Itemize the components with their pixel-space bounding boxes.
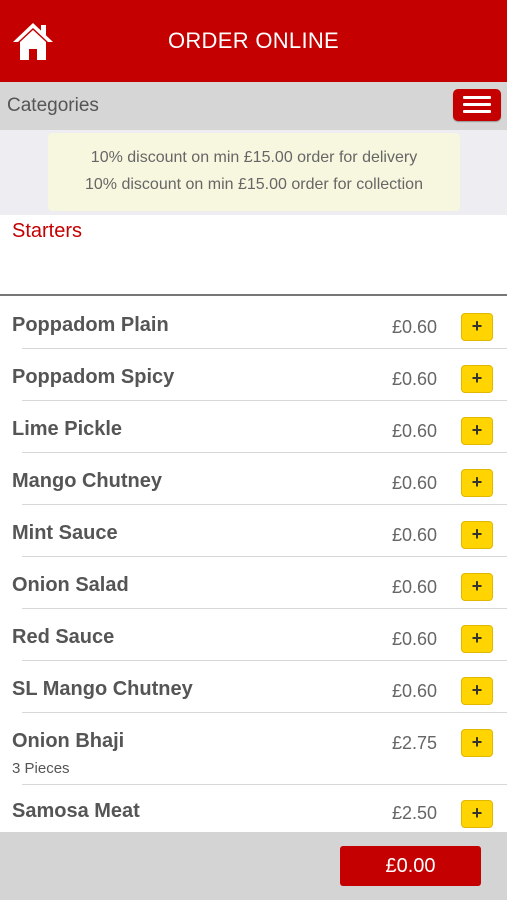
item-name: Mint Sauce <box>12 522 118 544</box>
hamburger-menu-icon[interactable] <box>453 89 501 121</box>
item-price: £0.60 <box>391 317 437 337</box>
item-price: £0.60 <box>391 681 437 701</box>
cart-total-button[interactable]: £0.00 <box>340 846 481 886</box>
add-item-button[interactable]: + <box>461 313 493 341</box>
item-name: Red Sauce <box>12 626 115 648</box>
page-title: ORDER ONLINE <box>167 28 340 53</box>
add-item-button[interactable]: + <box>461 417 493 445</box>
add-item-button[interactable]: + <box>461 729 493 757</box>
add-item-button[interactable]: + <box>461 573 493 601</box>
item-price: £0.60 <box>391 369 437 389</box>
row-separator <box>22 712 507 713</box>
item-price: £0.60 <box>391 473 437 493</box>
add-item-button[interactable]: + <box>461 625 493 653</box>
item-price: £0.60 <box>391 525 437 545</box>
header-bar: ORDER ONLINE <box>0 0 507 82</box>
discount-collection: 10% discount on min £15.00 order for col… <box>85 176 423 193</box>
add-item-button[interactable]: + <box>461 365 493 393</box>
item-name: Onion Salad <box>12 574 129 596</box>
add-item-button[interactable]: + <box>461 469 493 497</box>
item-name: Samosa Meat <box>12 800 140 822</box>
section-title: Starters <box>12 220 83 242</box>
item-price: £2.50 <box>391 803 437 823</box>
item-name: Onion Bhaji <box>12 730 125 752</box>
item-name: Mango Chutney <box>12 470 162 492</box>
item-price: £2.75 <box>391 733 437 753</box>
item-price: £0.60 <box>391 577 437 597</box>
discount-delivery: 10% discount on min £15.00 order for del… <box>90 149 418 166</box>
row-separator <box>22 784 507 785</box>
row-separator <box>22 348 507 349</box>
row-separator <box>22 452 507 453</box>
item-price: £0.60 <box>391 629 437 649</box>
item-name: Poppadom Spicy <box>12 366 175 388</box>
row-separator <box>22 400 507 401</box>
item-description: 3 Pieces <box>12 760 70 777</box>
item-name: Lime Pickle <box>12 418 123 440</box>
section-divider <box>0 294 507 296</box>
row-separator <box>22 660 507 661</box>
categories-bar: Categories <box>0 82 507 130</box>
item-name: Poppadom Plain <box>12 314 169 336</box>
add-item-button[interactable]: + <box>461 521 493 549</box>
row-separator <box>22 504 507 505</box>
item-price: £0.60 <box>391 421 437 441</box>
categories-label: Categories <box>7 95 99 116</box>
item-name: SL Mango Chutney <box>12 678 193 700</box>
add-item-button[interactable]: + <box>461 677 493 705</box>
row-separator <box>22 608 507 609</box>
row-separator <box>22 556 507 557</box>
discount-banner: 10% discount on min £15.00 order for del… <box>48 133 460 211</box>
add-item-button[interactable]: + <box>461 800 493 828</box>
